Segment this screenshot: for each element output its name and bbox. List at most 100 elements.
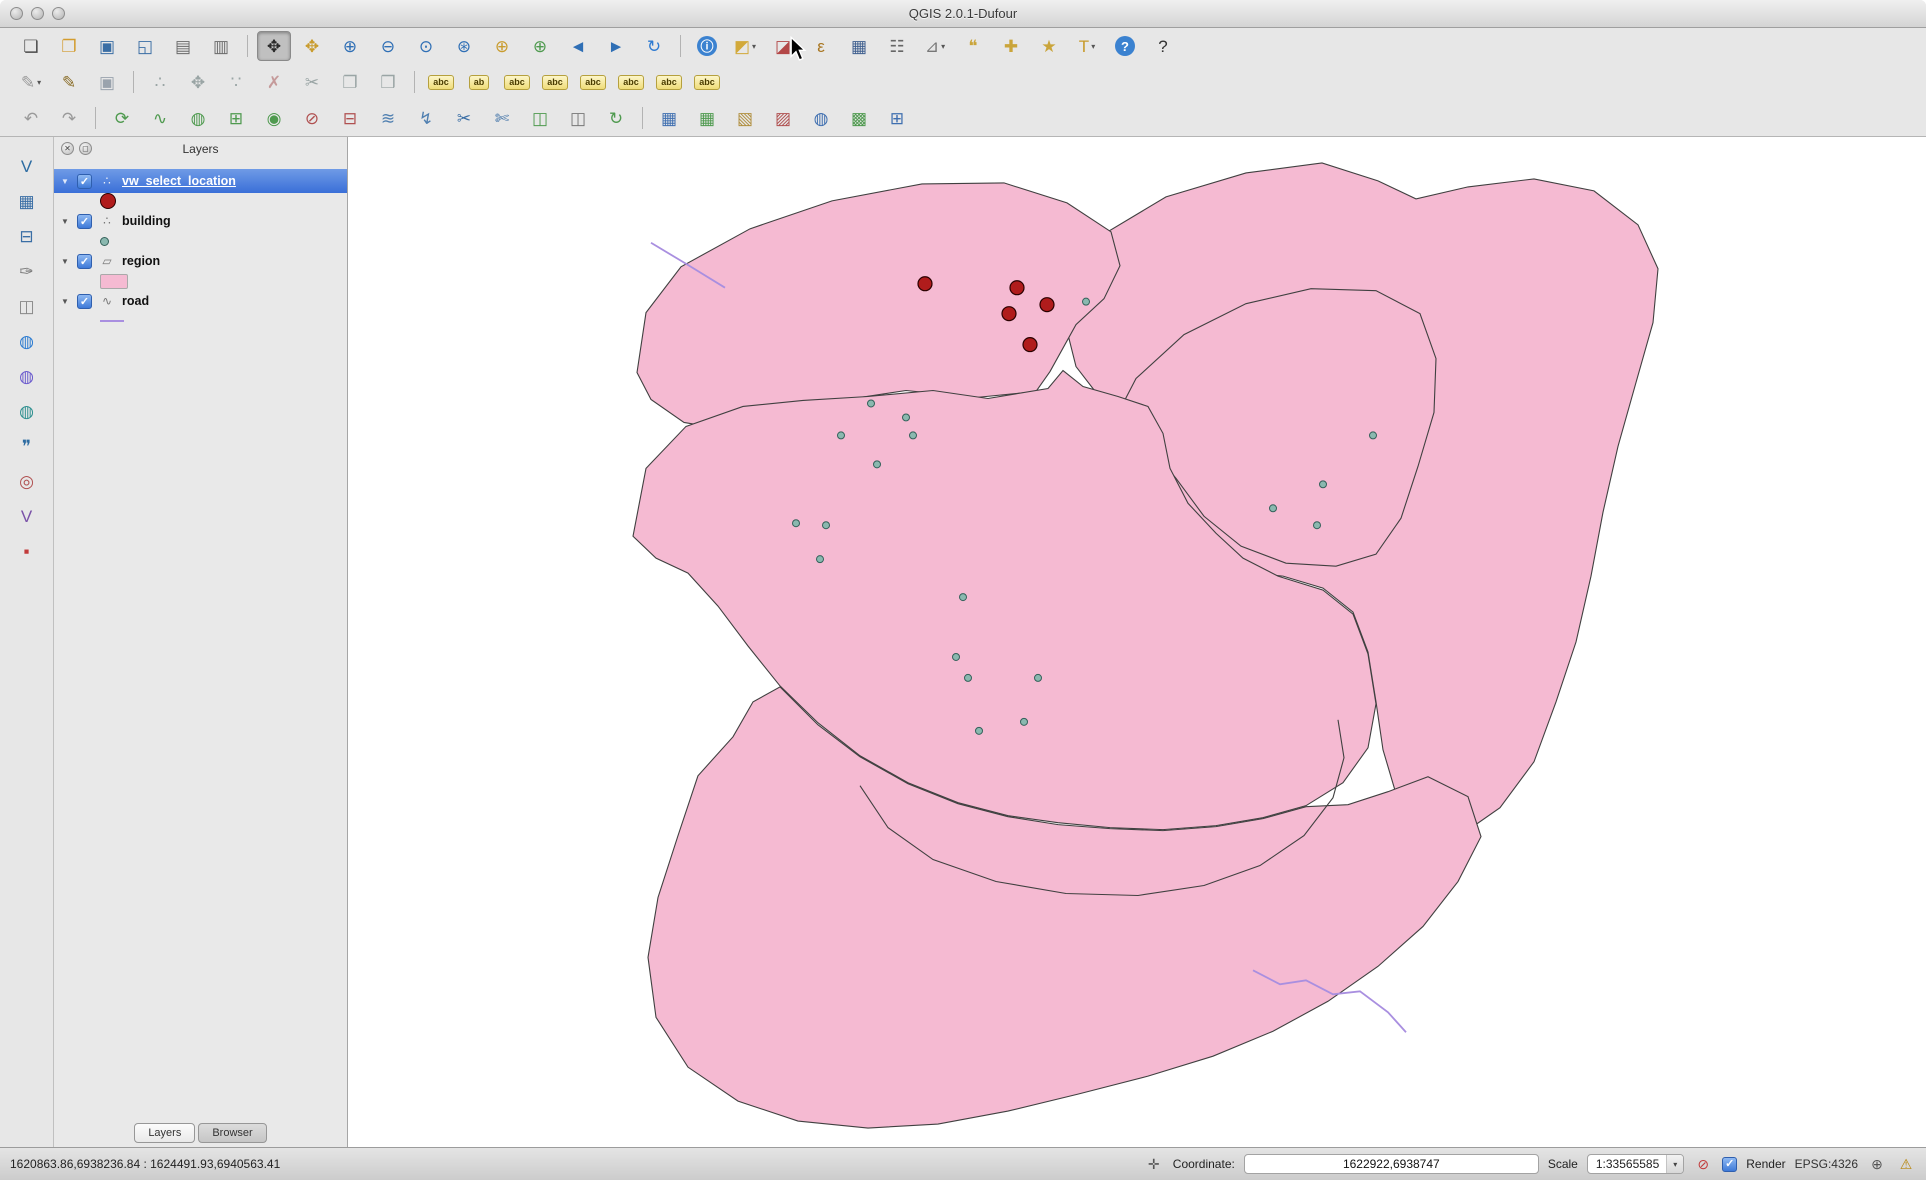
- field-calculator-button[interactable]: ☷: [880, 31, 914, 61]
- add-delimited-text-layer-button[interactable]: ❞: [10, 431, 44, 461]
- add-oracle-georaster-button[interactable]: ◎: [10, 466, 44, 496]
- node-tool-button[interactable]: ∵: [219, 67, 253, 97]
- add-vector-layer-button[interactable]: V: [10, 151, 44, 181]
- zoom-last-button[interactable]: ◄: [561, 31, 595, 61]
- zoom-native-button[interactable]: ⊙: [409, 31, 443, 61]
- panel-close-button[interactable]: ✕: [61, 142, 74, 155]
- save-project-button[interactable]: ▣: [90, 31, 124, 61]
- plugin-tool-6-button[interactable]: ▩: [842, 103, 876, 133]
- add-raster-layer-button[interactable]: ▦: [10, 186, 44, 216]
- log-messages-button[interactable]: ⚠: [1896, 1154, 1916, 1174]
- toggle-editing-button[interactable]: ✎: [52, 67, 86, 97]
- render-checkbox[interactable]: ✓: [1722, 1157, 1737, 1172]
- map-canvas[interactable]: [348, 137, 1926, 1147]
- zoom-out-button[interactable]: ⊖: [371, 31, 405, 61]
- new-bookmark-button[interactable]: ✚: [994, 31, 1028, 61]
- minimize-window-button[interactable]: [31, 7, 44, 20]
- refresh-map-button[interactable]: ↻: [637, 31, 671, 61]
- layer-item-region[interactable]: ▼✓▱region: [54, 249, 347, 273]
- label-rotate-button[interactable]: abc: [652, 67, 686, 97]
- cut-features-button[interactable]: ✂: [295, 67, 329, 97]
- label-highlight-pinned-button[interactable]: abc: [538, 67, 572, 97]
- add-part-button[interactable]: ⊞: [219, 103, 253, 133]
- layer-visibility-checkbox[interactable]: ✓: [77, 254, 92, 269]
- help-contents-button[interactable]: ?: [1108, 31, 1142, 61]
- panel-tab-layers[interactable]: Layers: [134, 1123, 195, 1143]
- select-by-expression-button[interactable]: ε: [804, 31, 838, 61]
- plugin-tool-7-button[interactable]: ⊞: [880, 103, 914, 133]
- measure-dropdown-arrow[interactable]: ▾: [941, 42, 945, 51]
- simplify-feature-button[interactable]: ∿: [143, 103, 177, 133]
- layer-visibility-checkbox[interactable]: ✓: [77, 214, 92, 229]
- layer-labeling-options-button[interactable]: abc: [424, 67, 458, 97]
- move-feature-button[interactable]: ✥: [181, 67, 215, 97]
- save-project-as-button[interactable]: ◱: [128, 31, 162, 61]
- save-layer-edits-button[interactable]: ▣: [90, 67, 124, 97]
- scale-combo[interactable]: 1:33565585 ▾: [1587, 1154, 1684, 1174]
- crs-status-button[interactable]: ⊕: [1867, 1154, 1887, 1174]
- remove-layer-button[interactable]: ▪: [10, 536, 44, 566]
- merge-attributes-button[interactable]: ◫: [561, 103, 595, 133]
- label-show-hidden-button[interactable]: abc: [576, 67, 610, 97]
- pan-map-button[interactable]: ✥: [257, 31, 291, 61]
- layer-item-building[interactable]: ▼✓∴building: [54, 209, 347, 233]
- new-print-composer-button[interactable]: ▤: [166, 31, 200, 61]
- show-bookmarks-button[interactable]: ★: [1032, 31, 1066, 61]
- split-features-button[interactable]: ✂: [447, 103, 481, 133]
- new-shapefile-layer-button[interactable]: V: [10, 501, 44, 531]
- fill-ring-button[interactable]: ◉: [257, 103, 291, 133]
- zoom-to-selection-button[interactable]: ⊕: [485, 31, 519, 61]
- current-edits-dropdown-arrow[interactable]: ▾: [37, 78, 41, 87]
- map-tips-button[interactable]: ❝: [956, 31, 990, 61]
- rotate-point-symbols-button[interactable]: ↻: [599, 103, 633, 133]
- expander-icon[interactable]: ▼: [60, 297, 70, 306]
- label-pin-unpin-button[interactable]: abc: [500, 67, 534, 97]
- add-mssql-layer-button[interactable]: ◫: [10, 291, 44, 321]
- redo-button[interactable]: ↷: [52, 103, 86, 133]
- zoom-to-layer-button[interactable]: ⊕: [523, 31, 557, 61]
- merge-features-button[interactable]: ◫: [523, 103, 557, 133]
- label-properties-button[interactable]: abc: [690, 67, 724, 97]
- add-wfs-layer-button[interactable]: ◍: [10, 396, 44, 426]
- plugin-tool-2-button[interactable]: ▦: [690, 103, 724, 133]
- mouse-position-toggle-button[interactable]: ✛: [1144, 1154, 1164, 1174]
- split-parts-button[interactable]: ✄: [485, 103, 519, 133]
- undo-button[interactable]: ↶: [14, 103, 48, 133]
- offset-curve-button[interactable]: ≋: [371, 103, 405, 133]
- expander-icon[interactable]: ▼: [60, 177, 70, 186]
- coordinate-input[interactable]: [1244, 1154, 1539, 1174]
- select-features-dropdown-arrow[interactable]: ▾: [752, 42, 756, 51]
- text-annotation-dropdown-arrow[interactable]: ▾: [1091, 42, 1095, 51]
- scale-dropdown-arrow[interactable]: ▾: [1666, 1155, 1683, 1173]
- add-feature-button[interactable]: ∴: [143, 67, 177, 97]
- delete-ring-button[interactable]: ⊘: [295, 103, 329, 133]
- titlebar[interactable]: QGIS 2.0.1-Dufour: [0, 0, 1926, 28]
- delete-selected-button[interactable]: ✗: [257, 67, 291, 97]
- open-project-button[interactable]: ❐: [52, 31, 86, 61]
- measure-button[interactable]: ⊿▾: [918, 31, 952, 61]
- plugin-tool-1-button[interactable]: ▦: [652, 103, 686, 133]
- close-window-button[interactable]: [10, 7, 23, 20]
- plugin-tool-4-button[interactable]: ▨: [766, 103, 800, 133]
- zoom-next-button[interactable]: ►: [599, 31, 633, 61]
- add-postgis-layer-button[interactable]: ⊟: [10, 221, 44, 251]
- layer-item-road[interactable]: ▼✓∿road: [54, 289, 347, 313]
- identify-features-button[interactable]: ⓘ: [690, 31, 724, 61]
- zoom-in-button[interactable]: ⊕: [333, 31, 367, 61]
- stop-render-button[interactable]: ⊘: [1693, 1154, 1713, 1174]
- select-features-button[interactable]: ◩▾: [728, 31, 762, 61]
- add-wms-layer-button[interactable]: ◍: [10, 326, 44, 356]
- whats-this-button[interactable]: ?: [1146, 31, 1180, 61]
- plugin-tool-3-button[interactable]: ▧: [728, 103, 762, 133]
- layer-visibility-checkbox[interactable]: ✓: [77, 174, 92, 189]
- panel-tab-browser[interactable]: Browser: [198, 1123, 266, 1143]
- add-wcs-layer-button[interactable]: ◍: [10, 361, 44, 391]
- paste-features-button[interactable]: ❒: [371, 67, 405, 97]
- composer-manager-button[interactable]: ▥: [204, 31, 238, 61]
- zoom-window-button[interactable]: [52, 7, 65, 20]
- zoom-full-button[interactable]: ⊛: [447, 31, 481, 61]
- layer-item-vw_select_location[interactable]: ▼✓∴vw_select_location: [54, 169, 347, 193]
- new-project-button[interactable]: ❏: [14, 31, 48, 61]
- plugin-tool-5-button[interactable]: ◍: [804, 103, 838, 133]
- add-ring-button[interactable]: ◍: [181, 103, 215, 133]
